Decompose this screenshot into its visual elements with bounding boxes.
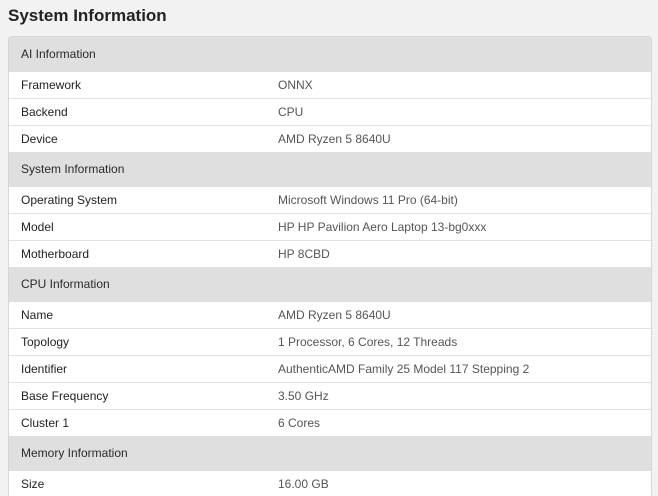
row-value: AMD Ryzen 5 8640U [278, 308, 391, 322]
row-value: HP 8CBD [278, 247, 330, 261]
section-cpu-information: CPU Information Name AMD Ryzen 5 8640U T… [9, 267, 651, 436]
row-value: AuthenticAMD Family 25 Model 117 Steppin… [278, 362, 530, 376]
system-information-page: System Information AI Information Framew… [0, 0, 658, 496]
info-row-framework: Framework ONNX [9, 72, 651, 99]
section-ai-information: AI Information Framework ONNX Backend CP… [9, 37, 651, 152]
info-row-motherboard: Motherboard HP 8CBD [9, 241, 651, 267]
section-header: Memory Information [9, 436, 651, 471]
info-row-identifier: Identifier AuthenticAMD Family 25 Model … [9, 356, 651, 383]
info-row-base-frequency: Base Frequency 3.50 GHz [9, 383, 651, 410]
info-row-backend: Backend CPU [9, 99, 651, 126]
row-key: Identifier [21, 362, 68, 376]
row-key: Device [21, 132, 58, 146]
info-row-cluster-1: Cluster 1 6 Cores [9, 410, 651, 436]
info-row-device: Device AMD Ryzen 5 8640U [9, 126, 651, 152]
section-header: CPU Information [9, 267, 651, 302]
info-row-operating-system: Operating System Microsoft Windows 11 Pr… [9, 187, 651, 214]
row-value: Microsoft Windows 11 Pro (64-bit) [278, 193, 458, 207]
row-key: Model [21, 220, 54, 234]
info-row-model: Model HP HP Pavilion Aero Laptop 13-bg0x… [9, 214, 651, 241]
row-key: Framework [21, 78, 82, 92]
section-system-information: System Information Operating System Micr… [9, 152, 651, 267]
row-key: Base Frequency [21, 389, 109, 403]
row-value: 1 Processor, 6 Cores, 12 Threads [278, 335, 458, 349]
section-header: AI Information [9, 37, 651, 72]
row-value: 6 Cores [278, 416, 321, 430]
section-header: System Information [9, 152, 651, 187]
row-key: Name [21, 308, 54, 322]
page-title: System Information [8, 6, 167, 25]
row-value: AMD Ryzen 5 8640U [278, 132, 391, 146]
row-value: 16.00 GB [278, 477, 329, 491]
row-key: Operating System [21, 193, 118, 207]
row-key: Motherboard [21, 247, 90, 261]
row-key: Topology [21, 335, 70, 349]
row-value: ONNX [278, 78, 313, 92]
info-row-topology: Topology 1 Processor, 6 Cores, 12 Thread… [9, 329, 651, 356]
info-row-name: Name AMD Ryzen 5 8640U [9, 302, 651, 329]
section-memory-information: Memory Information Size 16.00 GB [9, 436, 651, 496]
system-info-panel: AI Information Framework ONNX Backend CP… [8, 36, 652, 496]
row-key: Cluster 1 [21, 416, 70, 430]
row-value: CPU [278, 105, 304, 119]
row-value: 3.50 GHz [278, 389, 329, 403]
row-value: HP HP Pavilion Aero Laptop 13-bg0xxx [278, 220, 487, 234]
row-key: Size [21, 477, 45, 491]
row-key: Backend [21, 105, 68, 119]
info-row-size: Size 16.00 GB [9, 471, 651, 496]
